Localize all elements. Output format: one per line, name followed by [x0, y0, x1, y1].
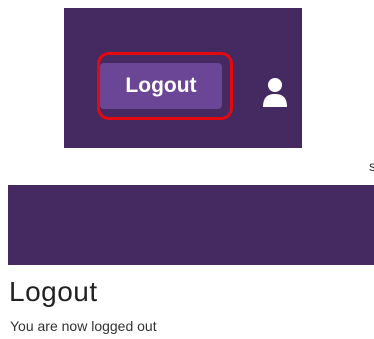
- page-title: Logout: [9, 276, 98, 307]
- stray-text: s: [369, 158, 374, 174]
- header-crop: Logout: [64, 8, 302, 148]
- logout-message: You are now logged out: [10, 318, 157, 334]
- page-banner: [8, 185, 374, 265]
- user-icon[interactable]: [262, 77, 288, 109]
- logout-button[interactable]: Logout: [100, 63, 222, 109]
